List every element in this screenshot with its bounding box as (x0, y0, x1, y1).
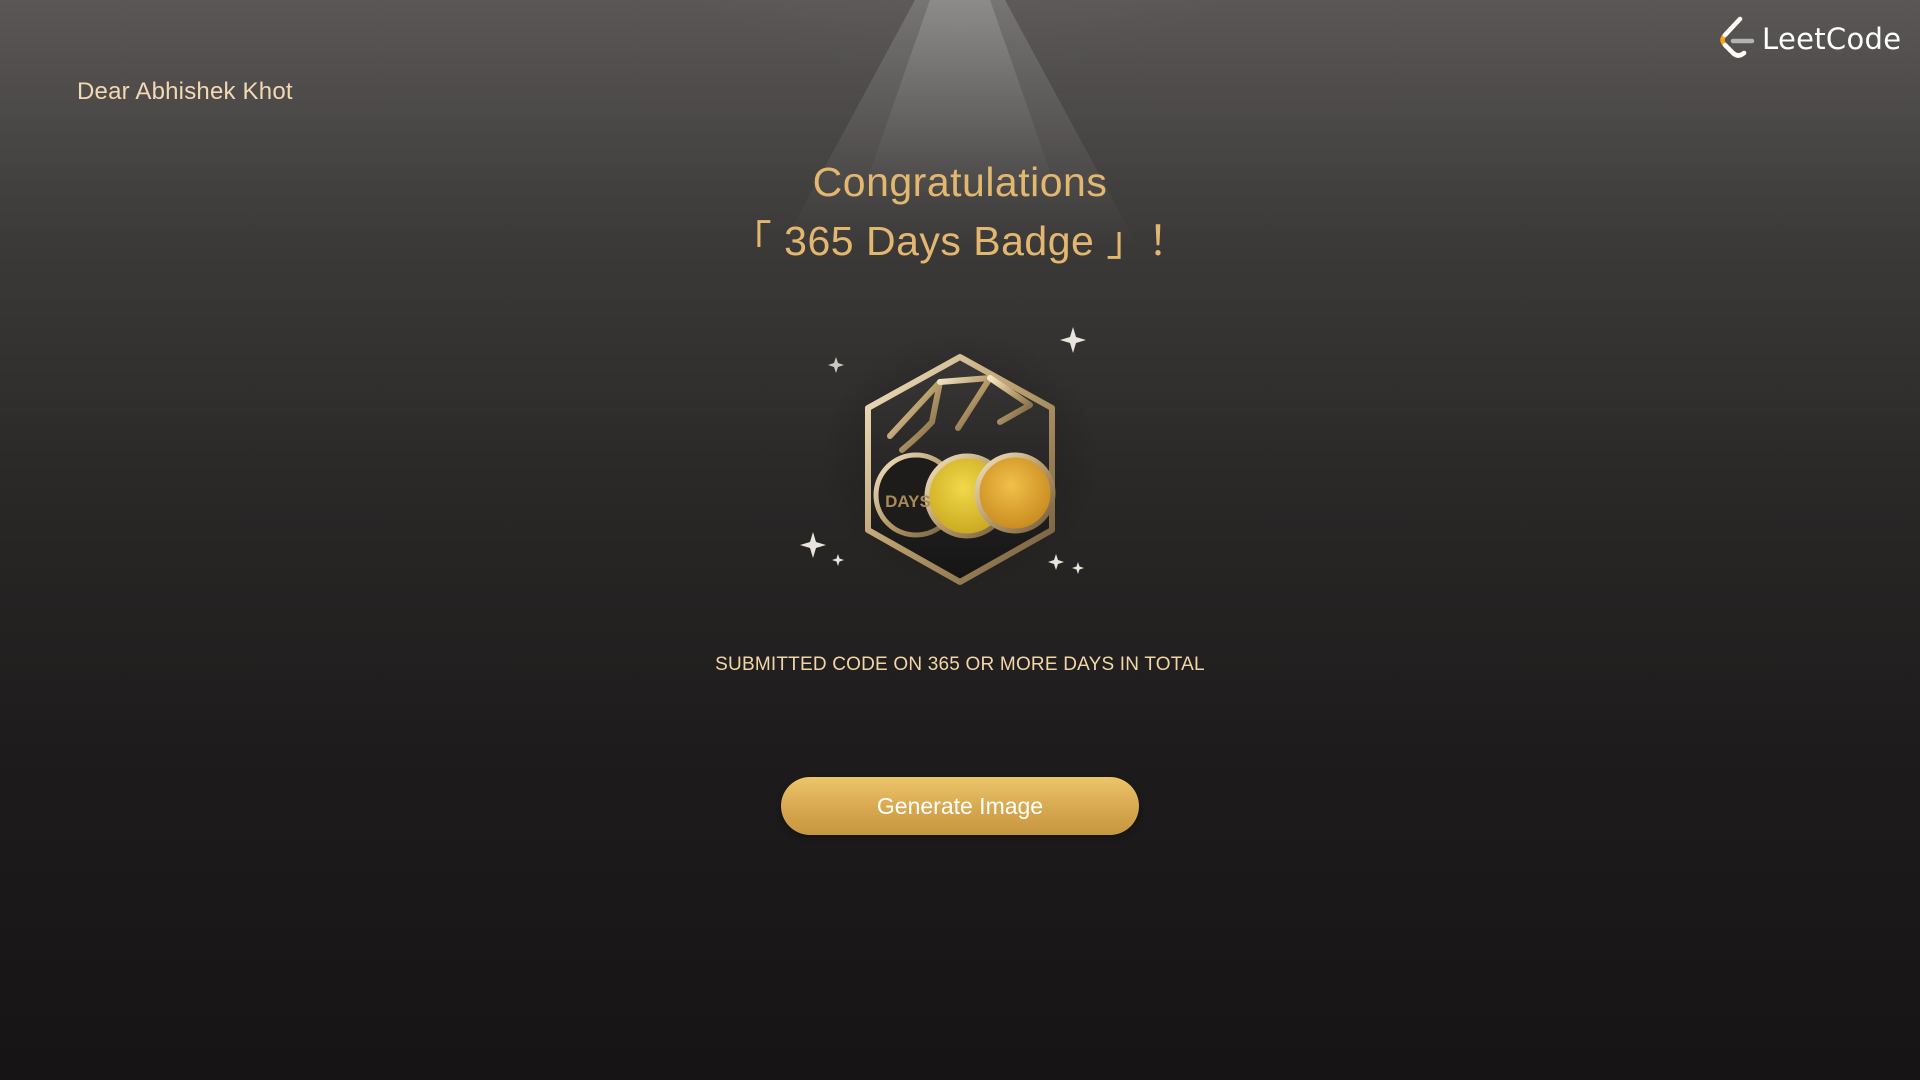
badge-description: SUBMITTED CODE ON 365 OR MORE DAYS IN TO… (715, 654, 1205, 675)
congrats-title: Congratulations (812, 159, 1108, 205)
leetcode-logo[interactable]: LeetCode (1716, 14, 1901, 64)
badge-title: 「 365 Days Badge 」！ (730, 218, 1190, 264)
365-days-badge: DAYS (800, 327, 1100, 590)
greeting-text: Dear Abhishek Khot (77, 78, 293, 105)
generate-image-button[interactable]: Generate Image (781, 777, 1139, 835)
brand-name: LeetCode (1762, 22, 1902, 56)
badge-days-label: DAYS (885, 492, 931, 511)
leetcode-logo-icon (1720, 16, 1755, 58)
